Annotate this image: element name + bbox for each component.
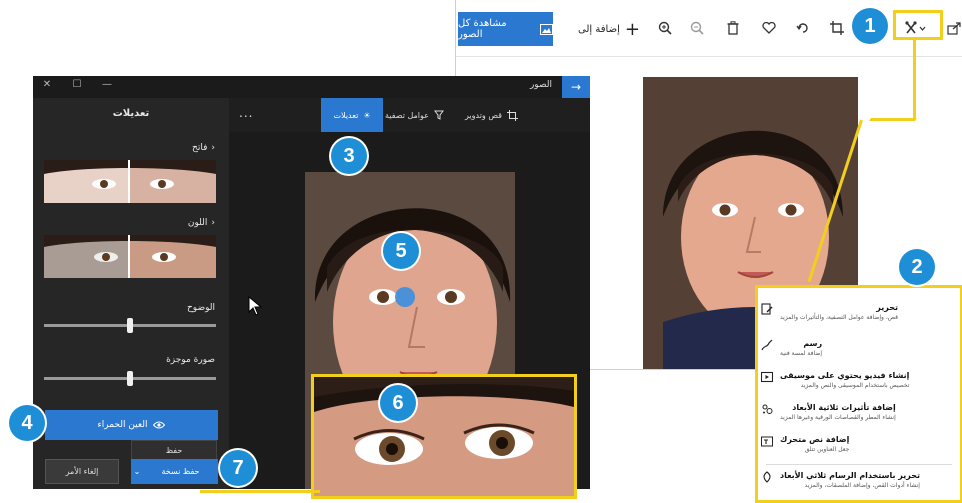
undo-button[interactable]: إلغاء الأمر [45, 459, 119, 484]
connector-line [200, 490, 320, 493]
edit-icon [760, 302, 774, 316]
tab-adjustments[interactable]: تعديلات ☀ [321, 98, 383, 132]
menu-item-video[interactable]: إنشاء فيديو يحتوي على موسيقى تخصيص باستخ… [760, 370, 952, 390]
menu-item-subtitle: إنشاء المطر والقصاصات الورقية وغيرها الم… [780, 414, 896, 421]
view-all-label: مشاهدة كل الصور [458, 18, 507, 40]
callout-2: 2 [899, 249, 935, 285]
animated-text-icon [760, 434, 774, 448]
light-label: فاتح [192, 143, 208, 153]
callout-6: 6 [380, 385, 416, 421]
menu-item-title: تحرير [876, 303, 899, 312]
favorite-icon[interactable] [758, 17, 780, 39]
vignette-slider[interactable] [44, 371, 216, 386]
eye-icon [153, 421, 166, 429]
crop-rotate-icon [506, 109, 518, 121]
red-eye-button[interactable]: العين الحمراء [45, 410, 218, 440]
rotate-icon[interactable] [792, 17, 814, 39]
color-thumbnail[interactable] [44, 235, 216, 278]
chevron-icon: › [211, 218, 215, 228]
menu-item-edit[interactable]: تحرير قص، وإضافة عوامل التصفية، والتأثير… [760, 302, 952, 322]
light-thumbnail[interactable] [44, 160, 216, 203]
menu-item-3d-effects[interactable]: إضافة تأثيرات ثلاثية الأبعاد إنشاء المطر… [760, 402, 952, 422]
crop-icon[interactable] [826, 17, 848, 39]
vignette-label: صورة موجزة [166, 355, 215, 365]
menu-divider [766, 464, 952, 465]
menu-item-title: تحرير باستخدام الرسام ثلاثي الأبعاد [780, 471, 920, 480]
tab-filters[interactable]: عوامل تصفية [379, 98, 450, 132]
callout-4: 4 [9, 405, 45, 441]
panel-title: تعديلات [112, 108, 150, 119]
connector-line [913, 40, 916, 120]
tab-filters-label: عوامل تصفية [385, 110, 429, 120]
edit-create-highlight [893, 10, 943, 40]
callout-1: 1 [852, 8, 888, 44]
menu-item-title: إنشاء فيديو يحتوي على موسيقى [780, 371, 910, 380]
color-label: اللون [187, 218, 208, 228]
editor-titlebar: ✕ ☐ — الصور → [33, 76, 590, 98]
minimize-icon[interactable]: — [97, 79, 117, 90]
arrow-right-icon: → [570, 80, 582, 94]
menu-item-paint3d[interactable]: تحرير باستخدام الرسام ثلاثي الأبعاد إنشا… [760, 470, 952, 490]
callout-5: 5 [383, 233, 419, 269]
zoom-out-icon[interactable] [686, 17, 708, 39]
more-options-button[interactable]: ... [239, 106, 253, 120]
edit-create-menu: تحرير قص، وإضافة عوامل التصفية، والتأثير… [755, 285, 962, 503]
menu-item-title: إضافة نص متحرك [780, 435, 850, 444]
menu-item-draw[interactable]: رسم إضافة لمسة فنية [760, 338, 952, 358]
delete-icon[interactable] [722, 17, 744, 39]
save-copy-label: حفظ نسخة [161, 467, 200, 476]
red-eye-label: العين الحمراء [97, 420, 148, 430]
chevron-icon: › [211, 143, 215, 153]
light-section-header[interactable]: فاتح › [192, 143, 215, 153]
chevron-down-icon: ⌄ [133, 467, 141, 476]
share-icon[interactable] [946, 17, 962, 39]
menu-item-subtitle: قص، وإضافة عوامل التصفية، والتأثيرات وال… [780, 314, 899, 321]
clarity-slider-thumb[interactable] [127, 318, 133, 333]
maximize-icon[interactable]: ☐ [67, 79, 87, 90]
connector-line [869, 118, 917, 121]
save-menu-option[interactable]: حفظ [131, 440, 217, 460]
effects-3d-icon [760, 402, 774, 416]
draw-icon [760, 338, 774, 352]
menu-item-title: رسم [803, 339, 823, 348]
view-all-photos-button[interactable]: مشاهدة كل الصور [458, 12, 553, 46]
clarity-label: الوضوح [187, 303, 215, 313]
close-icon[interactable]: ✕ [37, 79, 57, 90]
menu-item-subtitle: جعل العناوين تتلق [804, 446, 850, 453]
callout-7: 7 [220, 450, 256, 486]
save-label: حفظ [165, 445, 183, 455]
zoom-in-icon[interactable] [654, 17, 676, 39]
paint3d-icon [760, 470, 774, 484]
menu-item-subtitle: تخصيص باستخدام الموسيقى والنص والمزيد [800, 382, 910, 389]
video-icon [760, 370, 774, 384]
clarity-slider[interactable] [44, 318, 216, 333]
filter-icon [433, 110, 444, 120]
menu-item-title: إضافة تأثيرات ثلاثية الأبعاد [792, 403, 896, 412]
vignette-slider-thumb[interactable] [127, 371, 133, 386]
editor-tabs: ... تعديلات ☀ عوامل تصفية قص وتدوير [229, 98, 590, 132]
plus-icon: + [624, 18, 640, 40]
save-copy-button[interactable]: حفظ نسخة [143, 459, 218, 484]
add-to-button[interactable]: إضافة إلى + [564, 12, 654, 46]
menu-item-animated-text[interactable]: إضافة نص متحرك جعل العناوين تتلق [760, 434, 952, 454]
tab-crop-label: قص وتدوير [465, 110, 502, 120]
undo-label: إلغاء الأمر [65, 467, 99, 476]
window-title: الصور [529, 80, 552, 90]
tab-crop-rotate[interactable]: قص وتدوير [459, 98, 524, 132]
tab-adjust-label: تعديلات [333, 110, 359, 120]
mouse-cursor-icon [248, 296, 262, 316]
back-button[interactable]: → [562, 76, 590, 98]
color-section-header[interactable]: اللون › [188, 218, 215, 228]
callout-3: 3 [331, 138, 367, 174]
menu-item-subtitle: إضافة لمسة فنية [780, 350, 823, 357]
zoomed-eyes-inset [311, 374, 577, 499]
add-to-label: إضافة إلى [578, 23, 620, 35]
menu-item-subtitle: إنشاء أدوات القص، وإضافة الملصقات، والمز… [804, 482, 920, 489]
gallery-icon [540, 23, 553, 35]
sun-icon: ☀ [363, 110, 371, 120]
